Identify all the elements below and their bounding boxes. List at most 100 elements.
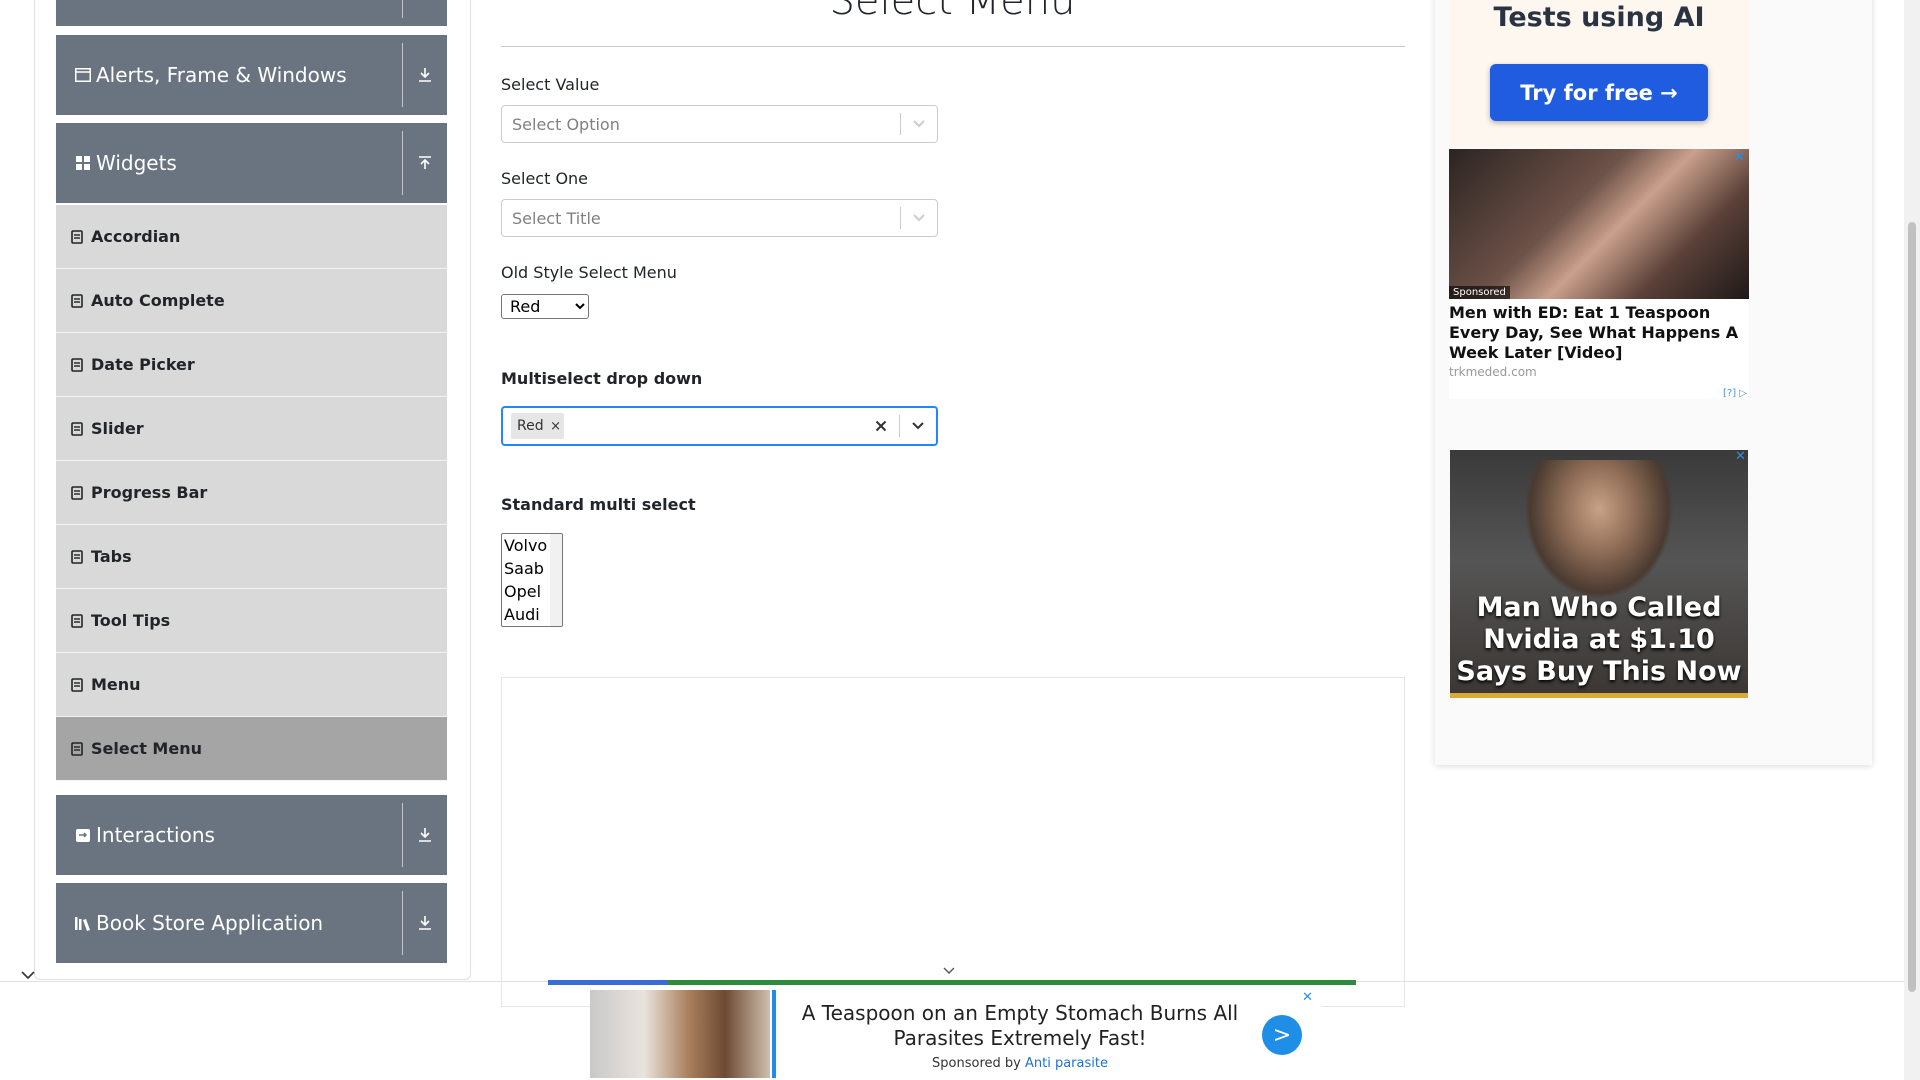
sponsored-ad[interactable]: Sponsored Men with ED: Eat 1 Teaspoon Ev… <box>1449 149 1749 399</box>
old-style-select[interactable]: Red <box>501 294 589 319</box>
go-arrow-button[interactable]: > <box>1262 1015 1302 1055</box>
menu-item-label: Auto Complete <box>91 291 225 310</box>
tag-label: Red <box>517 418 544 434</box>
window-icon <box>74 66 92 84</box>
sidebar-group-book-store[interactable]: Book Store Application <box>56 883 447 963</box>
list-item-icon <box>71 741 83 756</box>
divider <box>402 0 403 18</box>
menu-item-progress-bar[interactable]: Progress Bar <box>56 461 447 525</box>
ad-progress-strip <box>548 980 1356 985</box>
menu-item-accordian[interactable]: Accordian <box>56 205 447 269</box>
menu-item-label: Accordian <box>91 227 181 246</box>
menu-item-label: Progress Bar <box>91 483 208 502</box>
ad-photo[interactable] <box>590 990 770 1078</box>
collapse-chevron-icon[interactable] <box>18 965 38 985</box>
list-item-icon <box>71 677 83 692</box>
menu-item-select-menu[interactable]: Select Menu <box>56 717 447 781</box>
ad-sponsor-line: Sponsored by Anti parasite <box>800 1056 1240 1071</box>
ad-headline: Tests using AI <box>1493 2 1705 33</box>
menu-item-menu[interactable]: Menu <box>56 653 447 717</box>
chevron-down-icon[interactable] <box>901 213 937 223</box>
widgets-menu-list: Accordian Auto Complete Date Picker Slid… <box>56 205 447 781</box>
menu-item-auto-complete[interactable]: Auto Complete <box>56 269 447 333</box>
menu-item-tool-tips[interactable]: Tool Tips <box>56 589 447 653</box>
scrollbar-thumb[interactable] <box>1908 222 1916 992</box>
sidebar-group-title: Alerts, Frame & Windows <box>96 63 347 87</box>
nvidia-ad[interactable]: Man Who Called Nvidia at $1.10 Says Buy … <box>1450 450 1748 698</box>
ad-domain: trkmeded.com <box>1449 365 1537 379</box>
progress-fill <box>548 980 668 985</box>
page-title: Select Menu <box>829 0 1076 24</box>
ad-image <box>1524 460 1674 600</box>
select-value-dropdown[interactable]: Select Option <box>501 105 938 143</box>
select-value-label: Select Value <box>501 75 600 94</box>
menu-item-label: Tool Tips <box>91 611 171 630</box>
sidebar-group-title: Widgets <box>96 151 177 175</box>
remove-tag-icon[interactable]: × <box>548 419 564 434</box>
sponsored-label: Sponsored <box>1449 286 1510 299</box>
ad-placeholder-frame <box>501 677 1405 1007</box>
sidebar-group-title: Interactions <box>96 823 215 847</box>
menu-item-label: Menu <box>91 675 141 694</box>
list-item-icon <box>71 229 83 244</box>
standard-multi-select[interactable]: Volvo Saab Opel Audi <box>501 533 563 627</box>
menu-item-label: Select Menu <box>91 739 202 758</box>
list-item-icon <box>71 485 83 500</box>
ad-accent-bar <box>772 990 776 1078</box>
list-item-icon <box>71 293 83 308</box>
download-arrow-icon[interactable] <box>403 827 447 843</box>
ad-accent-bar <box>1450 693 1748 698</box>
bottom-banner-ad[interactable]: A Teaspoon on an Empty Stomach Burns All… <box>590 990 1321 1080</box>
chevron-down-icon[interactable] <box>942 962 956 974</box>
sponsor-brand-link[interactable]: Anti parasite <box>1025 1056 1108 1071</box>
select-one-dropdown[interactable]: Select Title <box>501 199 938 237</box>
sidebar-group-alerts[interactable]: Alerts, Frame & Windows <box>56 35 447 115</box>
list-item-icon <box>71 421 83 436</box>
close-ad-icon[interactable]: ✕ <box>1734 150 1745 165</box>
ad-headline: Man Who Called Nvidia at $1.10 Says Buy … <box>1456 592 1742 687</box>
sidebar-group-title: Book Store Application <box>96 911 324 935</box>
multiselect-label: Multiselect drop down <box>501 369 703 388</box>
menu-item-date-picker[interactable]: Date Picker <box>56 333 447 397</box>
sidebar-group-widgets[interactable]: Widgets <box>56 123 447 203</box>
select-one-placeholder: Select Title <box>512 208 601 228</box>
menu-item-label: Slider <box>91 419 144 438</box>
ai-testing-ad[interactable]: Tests using AI Try for free → <box>1449 0 1749 147</box>
select-value-placeholder: Select Option <box>512 114 620 134</box>
standard-multi-select-label: Standard multi select <box>501 495 696 514</box>
menu-item-tabs[interactable]: Tabs <box>56 525 447 589</box>
chevron-down-icon[interactable] <box>901 119 937 129</box>
menu-item-label: Date Picker <box>91 355 195 374</box>
chevron-down-icon[interactable] <box>900 421 936 431</box>
list-item-icon <box>71 549 83 564</box>
old-style-select-label: Old Style Select Menu <box>501 263 677 282</box>
download-arrow-icon[interactable] <box>403 67 447 83</box>
list-item-icon <box>71 357 83 372</box>
ad-headline[interactable]: Men with ED: Eat 1 Teaspoon Every Day, S… <box>1449 299 1749 363</box>
listbox-scrollbar[interactable] <box>550 534 562 626</box>
multiselect-dropdown[interactable]: Red × <box>501 406 938 446</box>
download-arrow-icon[interactable] <box>403 915 447 931</box>
upload-arrow-icon[interactable] <box>403 155 447 171</box>
widgets-grid-icon <box>74 154 92 172</box>
try-for-free-button[interactable]: Try for free → <box>1490 64 1708 121</box>
select-one-label: Select One <box>501 169 589 188</box>
sidebar-group-elements[interactable] <box>56 0 447 26</box>
divider <box>501 46 1405 47</box>
interactions-icon <box>74 826 92 844</box>
sidebar-group-interactions[interactable]: Interactions <box>56 795 447 875</box>
clear-icon[interactable] <box>863 420 899 432</box>
ad-headline[interactable]: A Teaspoon on an Empty Stomach Burns All… <box>800 1001 1240 1051</box>
selected-tag: Red × <box>511 413 564 439</box>
menu-item-slider[interactable]: Slider <box>56 397 447 461</box>
close-ad-icon[interactable]: ✕ <box>1302 990 1313 1005</box>
list-item-icon <box>71 613 83 628</box>
menu-item-label: Tabs <box>91 547 132 566</box>
close-ad-icon[interactable]: ✕ <box>1735 449 1746 464</box>
adchoices-icon[interactable]: [?] ▷ <box>1723 388 1747 399</box>
ad-photo[interactable]: Sponsored <box>1449 149 1749 299</box>
page-scrollbar[interactable] <box>1904 0 1920 1080</box>
book-store-icon <box>74 914 92 932</box>
adchoices-label: [?] <box>1723 388 1737 399</box>
sponsored-prefix: Sponsored by <box>932 1056 1021 1071</box>
